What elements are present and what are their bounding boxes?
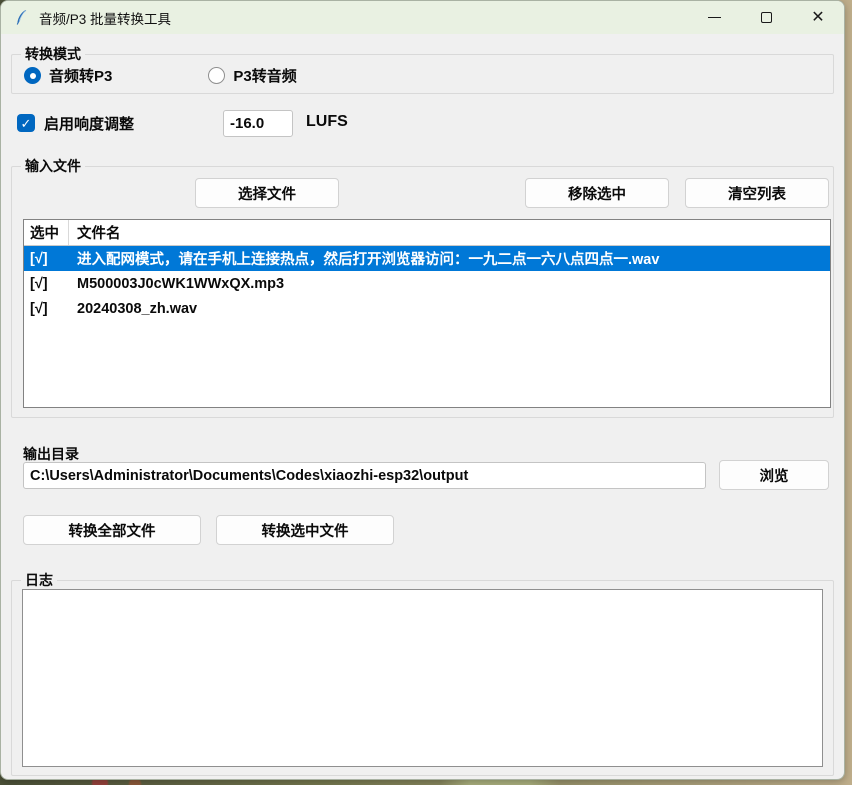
browse-button[interactable]: 浏览 xyxy=(719,460,829,490)
window-controls: ✕ xyxy=(688,1,844,34)
log-group: 日志 xyxy=(11,580,834,776)
radio-p3-to-audio-label: P3转音频 xyxy=(233,65,296,86)
minimize-icon xyxy=(708,17,721,18)
convert-selected-button[interactable]: 转换选中文件 xyxy=(216,515,394,545)
minimize-button[interactable] xyxy=(688,1,740,34)
row-filename-cell: M500003J0cWK1WWxQX.mp3 xyxy=(69,271,830,296)
lufs-unit-label: LUFS xyxy=(306,113,348,131)
lufs-value-input[interactable] xyxy=(223,110,293,137)
radio-selected-icon xyxy=(24,67,41,84)
table-row[interactable]: [√] M500003J0cWK1WWxQX.mp3 xyxy=(24,271,830,296)
row-filename-cell: 20240308_zh.wav xyxy=(69,296,830,321)
column-header-checked[interactable]: 选中 xyxy=(24,220,69,245)
mode-group-label: 转换模式 xyxy=(21,45,85,64)
radio-audio-to-p3-label: 音频转P3 xyxy=(49,65,112,86)
clear-list-button[interactable]: 清空列表 xyxy=(685,178,829,208)
mode-radio-row: 音频转P3 P3转音频 xyxy=(24,65,297,86)
app-feather-icon xyxy=(13,9,30,26)
log-textarea[interactable] xyxy=(22,589,823,767)
title-bar: 音频/P3 批量转换工具 ✕ xyxy=(1,1,844,34)
convert-all-button[interactable]: 转换全部文件 xyxy=(23,515,201,545)
log-group-label: 日志 xyxy=(21,571,57,590)
table-row[interactable]: [√] 20240308_zh.wav xyxy=(24,296,830,321)
row-checked-cell: [√] xyxy=(24,271,69,296)
maximize-icon xyxy=(761,12,772,23)
radio-audio-to-p3[interactable]: 音频转P3 xyxy=(24,65,112,86)
window-title: 音频/P3 批量转换工具 xyxy=(39,8,171,28)
loudness-checkbox[interactable]: ✓ xyxy=(17,114,35,132)
radio-unselected-icon xyxy=(208,67,225,84)
close-icon: ✕ xyxy=(811,10,824,26)
loudness-checkbox-label: 启用响度调整 xyxy=(44,113,134,134)
radio-p3-to-audio[interactable]: P3转音频 xyxy=(208,65,296,86)
table-row[interactable]: [√] 进入配网模式，请在手机上连接热点，然后打开浏览器访问：一九二点一六八点四… xyxy=(24,246,830,271)
row-checked-cell: [√] xyxy=(24,246,69,271)
file-table: 选中 文件名 [√] 进入配网模式，请在手机上连接热点，然后打开浏览器访问：一九… xyxy=(23,219,831,408)
file-table-header: 选中 文件名 xyxy=(24,220,830,246)
close-button[interactable]: ✕ xyxy=(792,1,844,34)
column-header-filename[interactable]: 文件名 xyxy=(69,220,830,245)
input-files-group-label: 输入文件 xyxy=(21,157,85,176)
output-dir-input[interactable] xyxy=(23,462,706,489)
mode-group: 转换模式 音频转P3 P3转音频 xyxy=(11,54,834,94)
select-files-button[interactable]: 选择文件 xyxy=(195,178,339,208)
row-filename-cell: 进入配网模式，请在手机上连接热点，然后打开浏览器访问：一九二点一六八点四点一.w… xyxy=(69,246,830,271)
output-dir-label: 输出目录 xyxy=(23,444,79,464)
remove-selected-button[interactable]: 移除选中 xyxy=(525,178,669,208)
maximize-button[interactable] xyxy=(740,1,792,34)
app-window: 音频/P3 批量转换工具 ✕ 转换模式 音频转P3 P3转音频 ✓ 启用响度调整… xyxy=(0,0,845,780)
row-checked-cell: [√] xyxy=(24,296,69,321)
